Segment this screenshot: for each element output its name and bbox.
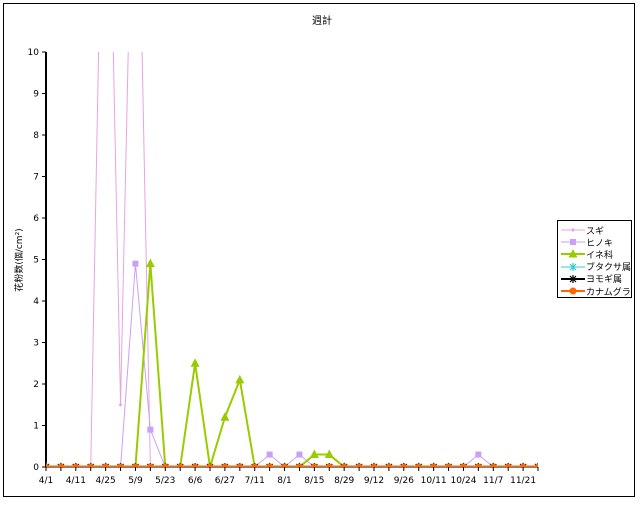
y-tick-label: 10 — [28, 48, 40, 58]
series-layer — [46, 52, 538, 467]
x-tick-label: 9/26 — [394, 476, 414, 486]
legend-swatch — [561, 287, 585, 295]
y-axis-label: 花粉数(個/cm²) — [13, 228, 25, 291]
legend-swatch — [561, 274, 585, 283]
legend-item: ヒノキ — [560, 236, 614, 249]
data-point — [145, 258, 155, 268]
legend-swatch — [561, 239, 585, 246]
y-tick-label: 8 — [33, 131, 39, 141]
x-tick-label: 9/12 — [364, 476, 384, 486]
data-point — [266, 451, 273, 458]
y-tick-label: 9 — [33, 90, 39, 100]
data-point — [296, 451, 303, 458]
legend-swatch — [561, 262, 585, 271]
data-point — [475, 451, 482, 458]
data-point — [118, 402, 123, 407]
x-tick-label: 11/21 — [510, 476, 536, 486]
legend-item: スギ — [560, 224, 605, 237]
y-tick-label: 3 — [33, 339, 39, 349]
y-tick-label: 7 — [33, 173, 39, 183]
legend-item: ヨモギ属 — [560, 273, 622, 285]
data-point — [132, 260, 139, 267]
legend-label: ブタクサ属 — [586, 263, 632, 274]
y-tick-label: 1 — [33, 422, 39, 432]
data-point — [147, 426, 154, 433]
x-tick-label: 5/9 — [128, 476, 143, 486]
axes: 0 1 2 3 4 5 6 7 8 9 10 4/1 4/11 4/25 5/9 5/23 6/6 6/27 7/1… — [28, 48, 539, 486]
chart-title: 週計 — [312, 14, 332, 27]
x-tick-label: 11/7 — [483, 476, 503, 486]
data-point — [220, 412, 230, 421]
legend-item: ブタクサ属 — [560, 261, 631, 273]
legend-label: ヒノキ — [586, 238, 614, 249]
data-point — [190, 358, 200, 367]
data-point — [235, 374, 245, 384]
legend-item: イネ科 — [560, 248, 614, 261]
y-tick-label: 6 — [33, 214, 39, 224]
legend-swatch — [561, 249, 585, 258]
x-tick-label: 7/11 — [245, 476, 265, 486]
x-tick-label: 5/23 — [155, 476, 175, 486]
data-point — [571, 228, 575, 232]
legend-label: カナムグラ — [586, 287, 631, 298]
x-tick-label: 10/11 — [421, 476, 447, 486]
y-tick-label: 0 — [33, 463, 39, 473]
legend: スギ ヒノキ イネ科ブタクサ属 ヨモギ属 カナムグラ — [557, 220, 632, 298]
legend-label: ヨモギ属 — [586, 275, 623, 286]
x-tick-label: 10/24 — [450, 476, 476, 486]
data-point — [570, 239, 576, 246]
x-tick-label: 4/1 — [39, 476, 53, 486]
x-tick-label: 8/1 — [277, 476, 291, 486]
series-line — [46, 52, 538, 467]
x-tick-label: 8/29 — [334, 476, 354, 486]
y-tick-label: 2 — [33, 380, 39, 390]
legend-label: イネ科 — [586, 250, 614, 261]
legend-label: スギ — [586, 226, 605, 237]
data-point — [569, 287, 577, 295]
legend-item: カナムグラ — [560, 285, 631, 298]
chart-plot: 週計 花粉数(個/cm²) 0 1 2 3 4 5 6 7 8 9 10 4/1 4/11 4/25 5/9… — [13, 14, 539, 486]
x-tick-label: 4/25 — [96, 476, 116, 486]
x-tick-label: 6/6 — [188, 476, 203, 486]
x-tick-label: 6/27 — [215, 476, 235, 486]
y-tick-label: 5 — [33, 256, 39, 266]
x-tick-label: 4/11 — [66, 476, 86, 486]
x-tick-label: 8/15 — [304, 476, 324, 486]
legend-swatch — [561, 228, 585, 232]
y-tick-label: 4 — [33, 297, 39, 307]
